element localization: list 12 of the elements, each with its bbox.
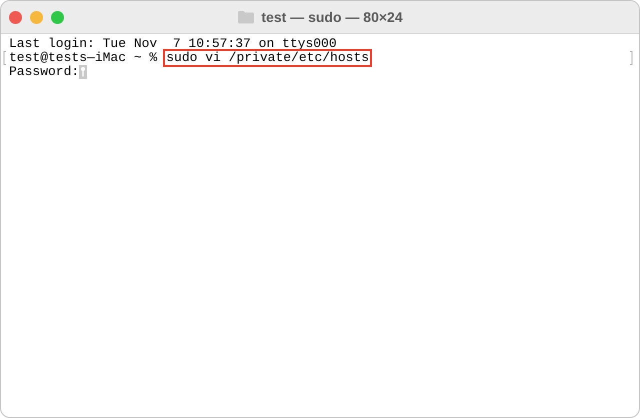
key-cursor-icon (79, 65, 88, 79)
bracket-mark-icon (3, 51, 7, 65)
password-prompt: Password: (9, 65, 80, 79)
terminal-line: Last login: Tue Nov 7 10:57:37 on ttys000 (9, 37, 337, 51)
zoom-button[interactable] (51, 10, 64, 24)
command-text: sudo vi /private/etc/hosts (165, 51, 370, 65)
folder-icon (237, 10, 256, 24)
shell-prompt: test@tests—iMac ~ % (9, 51, 158, 65)
minimize-button[interactable] (30, 10, 43, 24)
window-title: test — sudo — 80×24 (261, 9, 403, 25)
close-button[interactable] (9, 10, 22, 24)
bracket-mark-icon (629, 51, 633, 65)
